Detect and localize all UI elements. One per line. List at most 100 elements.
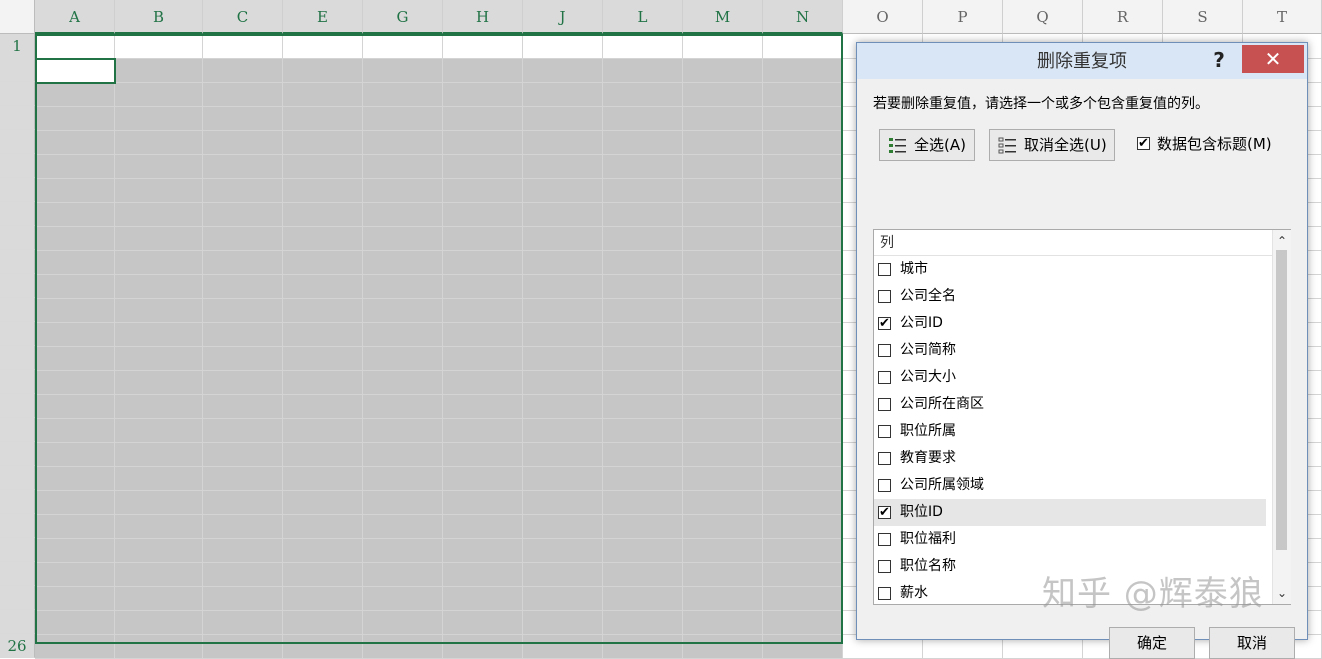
data-cell[interactable] (203, 155, 283, 179)
data-cell[interactable] (683, 371, 763, 395)
data-cell[interactable] (683, 515, 763, 539)
data-cell[interactable] (35, 203, 115, 227)
data-cell[interactable] (683, 467, 763, 491)
data-cell[interactable] (443, 203, 523, 227)
unchecked-checkbox-icon[interactable] (878, 479, 891, 492)
data-cell[interactable] (363, 275, 443, 299)
unchecked-checkbox-icon[interactable] (878, 452, 891, 465)
data-cell[interactable] (283, 83, 363, 107)
close-button[interactable]: ✕ (1242, 45, 1304, 73)
data-cell[interactable] (115, 491, 203, 515)
row-header[interactable] (0, 562, 35, 586)
column-list-item[interactable]: 公司所属领域 (874, 472, 1266, 499)
list-scrollbar[interactable]: ⌃ ⌄ (1272, 230, 1291, 604)
row-header[interactable] (0, 226, 35, 250)
data-cell[interactable] (683, 227, 763, 251)
data-cell[interactable] (683, 59, 763, 83)
row-header[interactable] (0, 58, 35, 82)
data-cell[interactable] (115, 299, 203, 323)
data-cell[interactable] (203, 395, 283, 419)
data-cell[interactable] (363, 347, 443, 371)
empty-cell[interactable] (363, 635, 443, 659)
data-cell[interactable] (35, 251, 115, 275)
data-cell[interactable] (683, 587, 763, 611)
column-header[interactable]: E (283, 0, 363, 34)
data-cell[interactable] (603, 323, 683, 347)
data-cell[interactable] (523, 59, 603, 83)
data-cell[interactable] (115, 83, 203, 107)
data-cell[interactable] (603, 179, 683, 203)
data-cell[interactable] (203, 371, 283, 395)
data-cell[interactable] (443, 515, 523, 539)
data-cell[interactable] (683, 155, 763, 179)
column-header[interactable]: T (1243, 0, 1322, 34)
data-cell[interactable] (283, 443, 363, 467)
data-cell[interactable] (683, 563, 763, 587)
column-list-item[interactable]: 教育要求 (874, 445, 1266, 472)
cancel-button[interactable]: 取消 (1209, 627, 1295, 659)
column-header[interactable]: A (35, 0, 115, 34)
column-header[interactable]: R (1083, 0, 1163, 34)
column-list-item[interactable]: ✔ 职位ID (874, 499, 1266, 526)
data-cell[interactable] (363, 371, 443, 395)
data-cell[interactable] (283, 299, 363, 323)
header-cell[interactable] (443, 34, 523, 59)
dialog-titlebar[interactable]: 删除重复项 ? ✕ (857, 43, 1307, 79)
data-cell[interactable] (283, 275, 363, 299)
row-header[interactable] (0, 130, 35, 154)
data-cell[interactable] (283, 611, 363, 635)
data-cell[interactable] (763, 251, 843, 275)
column-list[interactable]: 列 城市 公司全名 ✔ 公司ID 公司简称 公司大小 公司所在商区 职位所属 教育要求 公司所属领… (873, 229, 1291, 605)
unchecked-checkbox-icon[interactable] (878, 533, 891, 546)
unchecked-checkbox-icon[interactable] (878, 560, 891, 573)
data-cell[interactable] (523, 587, 603, 611)
data-cell[interactable] (763, 299, 843, 323)
row-header[interactable] (0, 466, 35, 490)
data-cell[interactable] (203, 251, 283, 275)
column-list-item[interactable]: 公司大小 (874, 364, 1266, 391)
column-list-item[interactable]: 公司所在商区 (874, 391, 1266, 418)
data-cell[interactable] (763, 227, 843, 251)
data-cell[interactable] (363, 395, 443, 419)
data-cell[interactable] (203, 491, 283, 515)
unchecked-checkbox-icon[interactable] (878, 587, 891, 600)
has-headers-check-icon[interactable]: ✔ (1137, 137, 1150, 150)
row-header[interactable] (0, 274, 35, 298)
data-cell[interactable] (443, 395, 523, 419)
data-cell[interactable] (283, 59, 363, 83)
unchecked-checkbox-icon[interactable] (878, 425, 891, 438)
data-cell[interactable] (283, 179, 363, 203)
empty-cell[interactable] (283, 635, 363, 659)
data-cell[interactable] (203, 227, 283, 251)
data-cell[interactable] (283, 587, 363, 611)
empty-cell[interactable] (443, 635, 523, 659)
data-cell[interactable] (115, 251, 203, 275)
data-cell[interactable] (35, 107, 115, 131)
row-header[interactable] (0, 586, 35, 610)
data-cell[interactable] (363, 251, 443, 275)
unchecked-checkbox-icon[interactable] (878, 344, 891, 357)
row-header[interactable] (0, 250, 35, 274)
data-cell[interactable] (523, 347, 603, 371)
data-cell[interactable] (523, 83, 603, 107)
data-cell[interactable] (363, 179, 443, 203)
data-cell[interactable] (683, 131, 763, 155)
data-cell[interactable] (603, 563, 683, 587)
data-cell[interactable] (603, 107, 683, 131)
empty-cell[interactable] (115, 635, 203, 659)
header-cell[interactable] (603, 34, 683, 59)
data-cell[interactable] (283, 539, 363, 563)
data-cell[interactable] (35, 371, 115, 395)
data-cell[interactable] (763, 515, 843, 539)
column-header[interactable]: S (1163, 0, 1243, 34)
data-cell[interactable] (763, 59, 843, 83)
column-header[interactable]: O (843, 0, 923, 34)
column-list-item[interactable]: 公司简称 (874, 337, 1266, 364)
data-cell[interactable] (763, 131, 843, 155)
data-cell[interactable] (115, 515, 203, 539)
data-cell[interactable] (35, 179, 115, 203)
data-cell[interactable] (35, 611, 115, 635)
data-cell[interactable] (35, 347, 115, 371)
data-cell[interactable] (603, 83, 683, 107)
data-cell[interactable] (443, 539, 523, 563)
